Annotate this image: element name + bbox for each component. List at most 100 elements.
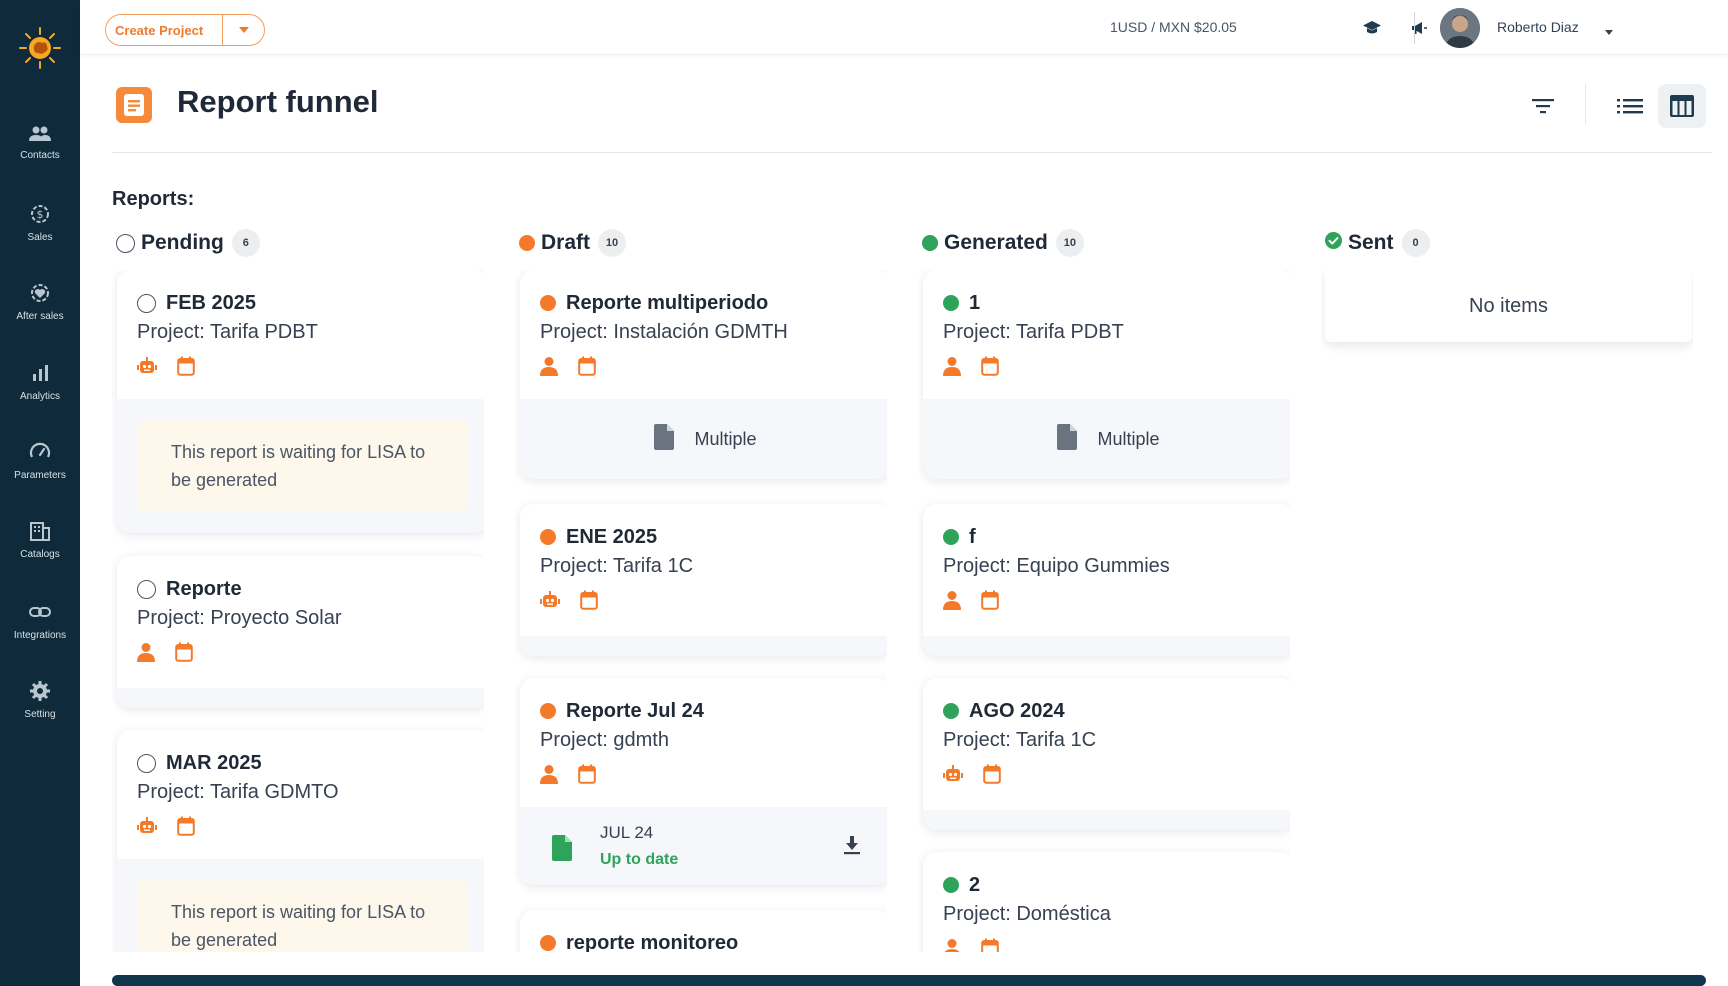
report-card[interactable]: FEB 2025 Project: Tarifa PDBT This repor…	[117, 270, 484, 533]
draft-status-dot	[519, 235, 535, 251]
person-icon	[943, 938, 961, 952]
download-icon[interactable]	[843, 835, 861, 860]
card-project: Project: gdmth	[540, 729, 669, 751]
avatar[interactable]	[1440, 8, 1480, 48]
announcements-button[interactable]	[1408, 17, 1430, 39]
card-project: Project: Doméstica	[943, 903, 1111, 925]
column-body: No items	[1321, 270, 1693, 952]
report-card[interactable]: AGO 2024 Project: Tarifa 1C	[923, 678, 1290, 830]
page-title: Report funnel	[177, 84, 379, 119]
robot-icon	[137, 816, 157, 840]
sidebar-item-analytics[interactable]: Analytics	[0, 361, 80, 423]
sidebar-item-integrations[interactable]: Integrations	[0, 600, 80, 662]
horizontal-scrollbar[interactable]	[112, 973, 1706, 986]
sidebar-item-parameters[interactable]: Parameters	[0, 440, 80, 502]
exchange-rate: 1USD / MXN $20.05	[1110, 19, 1237, 35]
report-file-row: JUL 24 Up to date	[520, 807, 887, 885]
parameters-icon	[29, 442, 51, 458]
calendar-icon[interactable]	[177, 816, 195, 841]
column-header: Generated 10	[922, 228, 1084, 258]
green-file-icon	[552, 835, 572, 866]
list-view-button[interactable]	[1606, 84, 1654, 128]
column-count-badge: 6	[231, 229, 260, 257]
multiple-files-row[interactable]: Multiple	[923, 399, 1290, 479]
person-icon	[137, 642, 155, 667]
sales-icon: $	[31, 205, 49, 223]
calendar-icon[interactable]	[578, 356, 596, 381]
report-card[interactable]: 2 Project: Doméstica	[923, 852, 1290, 952]
robot-icon	[137, 356, 157, 380]
generated-status-dot	[943, 529, 959, 545]
sidebar-item-contacts[interactable]: Contacts	[0, 124, 80, 186]
calendar-icon[interactable]	[580, 590, 598, 615]
card-title: 1	[969, 291, 981, 314]
card-project: Project: Proyecto Solar	[137, 607, 342, 629]
draft-status-dot	[540, 529, 556, 545]
board-view-button[interactable]	[1658, 84, 1706, 128]
create-project-dropdown-button[interactable]	[222, 15, 264, 45]
sidebar-item-setting[interactable]: Setting	[0, 679, 80, 741]
report-card[interactable]: reporte monitoreo	[520, 910, 887, 952]
user-menu-caret[interactable]	[1605, 22, 1613, 40]
pending-status-icon	[116, 233, 135, 253]
sidebar-item-label: After sales	[16, 311, 64, 322]
filter-icon	[1532, 99, 1554, 114]
report-card[interactable]: MAR 2025 Project: Tarifa GDMTO This repo…	[117, 730, 484, 952]
card-title: Reporte	[166, 577, 242, 600]
create-project-button[interactable]: Create Project	[106, 23, 222, 38]
pending-status-icon	[137, 579, 156, 599]
card-title: ENE 2025	[566, 525, 658, 548]
integrations-icon	[29, 607, 51, 617]
board-icon	[1670, 95, 1694, 117]
file-label: Multiple	[1097, 428, 1160, 449]
column-body: 1 Project: Tarifa PDBT Multiple f Projec…	[918, 270, 1290, 952]
column-count-badge: 10	[1055, 229, 1084, 257]
report-card[interactable]: Reporte multiperiodo Project: Instalació…	[520, 270, 887, 479]
card-project: Project: Tarifa PDBT	[943, 321, 1124, 343]
multiple-files-row[interactable]: Multiple	[520, 399, 887, 479]
robot-icon	[540, 590, 560, 614]
report-card[interactable]: f Project: Equipo Gummies	[923, 504, 1290, 656]
pending-status-icon	[137, 753, 156, 773]
card-title: Reporte Jul 24	[566, 699, 704, 722]
calendar-icon[interactable]	[981, 938, 999, 952]
column-title: Draft	[541, 231, 591, 254]
sidebar-item-after-sales[interactable]: After sales	[0, 281, 80, 343]
generated-status-dot	[922, 235, 938, 251]
report-card[interactable]: ENE 2025 Project: Tarifa 1C	[520, 504, 887, 656]
draft-status-dot	[540, 703, 556, 719]
column-generated: Generated 10 1 Project: Tarifa PDBT Mult…	[918, 228, 1290, 952]
calendar-icon[interactable]	[981, 590, 999, 615]
sidebar-item-label: Analytics	[19, 391, 60, 402]
sidebar-item-catalogs[interactable]: Catalogs	[0, 519, 80, 581]
file-status: Up to date	[600, 851, 679, 868]
calendar-icon[interactable]	[175, 642, 193, 667]
card-title: f	[969, 525, 976, 548]
file-name: JUL 24	[600, 823, 654, 842]
generated-status-dot	[943, 295, 959, 311]
user-photo	[1440, 8, 1480, 48]
report-card[interactable]: Reporte Project: Proyecto Solar	[117, 556, 484, 708]
academy-button[interactable]	[1361, 17, 1383, 39]
list-icon	[1617, 99, 1643, 114]
report-card[interactable]: Reporte Jul 24 Project: gdmth JUL 24 Up …	[520, 678, 887, 885]
column-pending: Pending 6 FEB 2025 Project: Tarifa PDBT …	[112, 228, 484, 952]
column-count-badge: 0	[1401, 229, 1430, 257]
report-icon	[116, 87, 152, 123]
calendar-icon[interactable]	[177, 356, 195, 381]
sidebar-item-label: Parameters	[14, 470, 66, 481]
brand-logo[interactable]	[18, 26, 62, 70]
calendar-icon[interactable]	[578, 764, 596, 789]
card-title: FEB 2025	[166, 291, 257, 314]
scrollbar-thumb[interactable]	[112, 975, 1706, 986]
column-title: Pending	[141, 231, 224, 254]
calendar-icon[interactable]	[983, 764, 1001, 789]
report-card[interactable]: 1 Project: Tarifa PDBT Multiple	[923, 270, 1290, 479]
user-name[interactable]: Roberto Diaz	[1497, 19, 1579, 35]
filter-button[interactable]	[1519, 84, 1567, 128]
calendar-icon[interactable]	[981, 356, 999, 381]
sidebar-item-label: Integrations	[13, 630, 67, 641]
waiting-note: This report is waiting for LISA to be ge…	[137, 420, 468, 512]
sidebar-item-sales[interactable]: $ Sales	[0, 202, 80, 264]
card-title: reporte monitoreo	[566, 931, 739, 953]
